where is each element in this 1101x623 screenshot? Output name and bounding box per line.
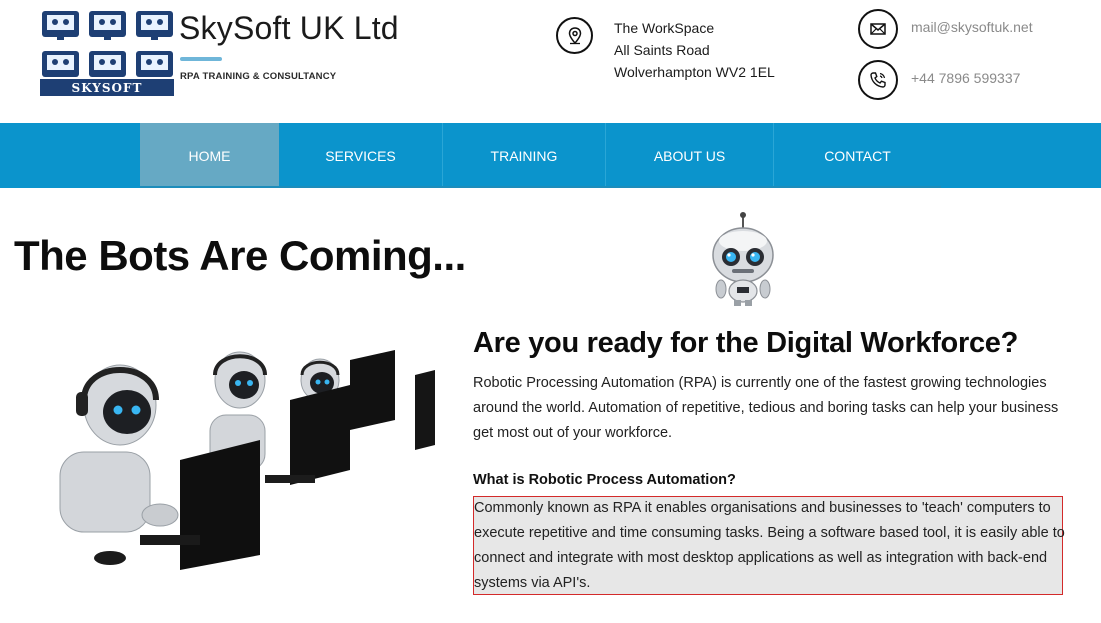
email-link[interactable]: mail@skysoftuk.net [911,19,1033,35]
location-pin-icon [556,17,593,54]
logo-monitor-grid [42,11,173,77]
robot-mascot-image [712,212,774,306]
address-line: Wolverhampton WV2 1EL [614,64,775,80]
section-heading: Are you ready for the Digital Workforce? [473,327,1019,359]
site-tagline: RPA TRAINING & CONSULTANCY [180,71,337,82]
address-block: The WorkSpace All Saints Road Wolverhamp… [614,17,775,83]
address-line: The WorkSpace [614,20,715,36]
company-logo[interactable]: SKYSOFT [40,9,176,97]
main-navigation: HOME SERVICES TRAINING ABOUT US CONTACT [0,123,1101,188]
nav-item-about-us[interactable]: ABOUT US [606,123,773,188]
intro-paragraph: Robotic Processing Automation (RPA) is c… [473,375,1059,441]
rpa-question-heading: What is Robotic Process Automation? [473,472,736,488]
nav-item-services[interactable]: SERVICES [279,123,442,188]
nav-underline [140,186,941,188]
logo-text: SKYSOFT [72,81,143,95]
robots-at-computers-image [59,350,435,570]
rpa-description-paragraph[interactable]: Commonly known as RPA it enables organis… [474,496,1066,596]
nav-item-training[interactable]: TRAINING [443,123,605,188]
hero-heading: The Bots Are Coming... [14,232,466,279]
phone-link[interactable]: +44 7896 599337 [911,70,1020,86]
nav-item-contact[interactable]: CONTACT [774,123,941,188]
mail-icon[interactable] [858,9,898,49]
nav-item-home[interactable]: HOME [140,123,279,188]
site-name-underline [180,57,222,61]
site-name[interactable]: SkySoft UK Ltd [179,10,399,47]
address-line: All Saints Road [614,42,710,58]
phone-icon[interactable] [858,60,898,100]
